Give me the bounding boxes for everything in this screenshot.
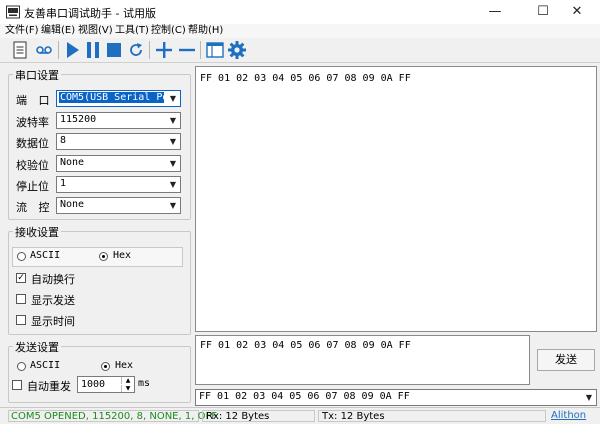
interval-unit: ms	[138, 378, 151, 389]
parity-value: None	[60, 157, 85, 168]
menu-edit[interactable]: 编辑(E)	[41, 24, 75, 38]
menu-view[interactable]: 视图(V)	[78, 24, 113, 38]
history-value: FF 01 02 03 04 05 06 07 08 09 0A FF	[199, 391, 410, 402]
menu-bar: 文件(F) 编辑(E) 视图(V) 工具(T) 控制(C) 帮助(H)	[0, 24, 600, 38]
databits-value: 8	[60, 135, 67, 146]
menu-control[interactable]: 控制(C)	[151, 24, 186, 38]
chevron-down-icon[interactable]: ▼	[166, 134, 180, 149]
chevron-down-icon[interactable]: ▼	[166, 198, 180, 213]
show-time-label: 显示时间	[31, 315, 75, 328]
flow-value: None	[60, 199, 85, 210]
send-settings-title: 发送设置	[13, 339, 61, 355]
app-icon	[6, 5, 20, 19]
spin-up-icon[interactable]: ▲	[121, 377, 134, 384]
chevron-down-icon[interactable]: ▼	[166, 156, 180, 171]
spin-down-icon[interactable]: ▼	[121, 385, 134, 392]
stop-icon[interactable]	[104, 40, 124, 60]
databits-label: 数据位	[16, 137, 49, 150]
parity-label: 校验位	[16, 159, 49, 172]
baud-label: 波特率	[16, 116, 49, 129]
menu-help[interactable]: 帮助(H)	[188, 24, 223, 38]
port-value: COM5(USB Serial Po	[59, 92, 164, 103]
baud-select[interactable]: 115200 ▼	[56, 112, 181, 129]
show-time-checkbox[interactable]	[16, 315, 26, 325]
document-icon[interactable]	[10, 40, 30, 60]
toolbar-separator	[200, 41, 201, 59]
chevron-down-icon[interactable]: ▼	[166, 113, 180, 128]
status-tx: Tx: 12 Bytes	[318, 410, 546, 422]
receive-textarea[interactable]: FF 01 02 03 04 05 06 07 08 09 0A FF	[195, 66, 597, 332]
toolbar-separator	[58, 41, 59, 59]
pause-icon[interactable]	[83, 40, 103, 60]
receive-settings-title: 接收设置	[13, 224, 61, 240]
stopbits-value: 1	[60, 178, 67, 189]
brand-link[interactable]: Alithon	[551, 410, 586, 422]
receive-text: FF 01 02 03 04 05 06 07 08 09 0A FF	[200, 73, 411, 84]
refresh-icon[interactable]	[126, 40, 146, 60]
minus-icon[interactable]	[177, 40, 197, 60]
send-button[interactable]: 发送	[537, 349, 595, 371]
port-label: 端 口	[16, 94, 54, 107]
receive-hex-label: Hex	[113, 250, 132, 261]
send-hex-label: Hex	[115, 360, 134, 371]
interval-spinbox[interactable]: 1000 ▲ ▼	[77, 376, 135, 393]
receive-hex-radio[interactable]	[99, 252, 108, 261]
receive-ascii-radio[interactable]	[17, 252, 26, 261]
parity-select[interactable]: None ▼	[56, 155, 181, 172]
auto-newline-label: 自动换行	[31, 273, 75, 286]
status-connection: COM5 OPENED, 115200, 8, NONE, 1, OFF	[8, 410, 217, 422]
menu-file[interactable]: 文件(F)	[5, 24, 39, 38]
window-icon[interactable]	[205, 40, 225, 60]
auto-resend-checkbox[interactable]	[12, 380, 22, 390]
auto-newline-checkbox[interactable]: ✓	[16, 273, 26, 283]
window-title: 友善串口调试助手 - 试用版	[24, 7, 156, 20]
toolbar	[0, 38, 600, 63]
port-select[interactable]: COM5(USB Serial Po ▼	[56, 90, 181, 107]
auto-resend-label: 自动重发	[27, 380, 71, 393]
play-icon[interactable]	[62, 40, 82, 60]
title-bar: 友善串口调试助手 - 试用版 — ☐ ✕	[0, 0, 600, 24]
stopbits-select[interactable]: 1 ▼	[56, 176, 181, 193]
chevron-down-icon[interactable]: ▼	[166, 91, 180, 106]
chevron-down-icon[interactable]: ▼	[582, 390, 596, 405]
interval-value: 1000	[81, 379, 106, 390]
toolbar-separator	[149, 41, 150, 59]
close-button[interactable]: ✕	[554, 0, 600, 24]
chevron-down-icon[interactable]: ▼	[166, 177, 180, 192]
history-select[interactable]: FF 01 02 03 04 05 06 07 08 09 0A FF ▼	[195, 389, 597, 406]
serial-settings-title: 串口设置	[13, 67, 61, 83]
plus-icon[interactable]	[154, 40, 174, 60]
send-text: FF 01 02 03 04 05 06 07 08 09 0A FF	[200, 340, 411, 351]
status-rx: Rx: 12 Bytes	[202, 410, 315, 422]
send-textarea[interactable]: FF 01 02 03 04 05 06 07 08 09 0A FF	[195, 335, 530, 385]
databits-select[interactable]: 8 ▼	[56, 133, 181, 150]
cassette-icon[interactable]	[34, 40, 54, 60]
receive-ascii-label: ASCII	[30, 250, 61, 261]
stopbits-label: 停止位	[16, 180, 49, 193]
menu-tools[interactable]: 工具(T)	[115, 24, 149, 38]
show-send-checkbox[interactable]	[16, 294, 26, 304]
send-ascii-label: ASCII	[30, 360, 61, 371]
minimize-button[interactable]: —	[472, 0, 518, 24]
flow-select[interactable]: None ▼	[56, 197, 181, 214]
status-bar: COM5 OPENED, 115200, 8, NONE, 1, OFF Rx:…	[0, 407, 600, 424]
send-hex-radio[interactable]	[101, 362, 110, 371]
gear-icon[interactable]	[227, 40, 247, 60]
flow-label: 流 控	[16, 201, 54, 214]
show-send-label: 显示发送	[31, 294, 75, 307]
send-ascii-radio[interactable]	[17, 362, 26, 371]
baud-value: 115200	[60, 114, 97, 125]
